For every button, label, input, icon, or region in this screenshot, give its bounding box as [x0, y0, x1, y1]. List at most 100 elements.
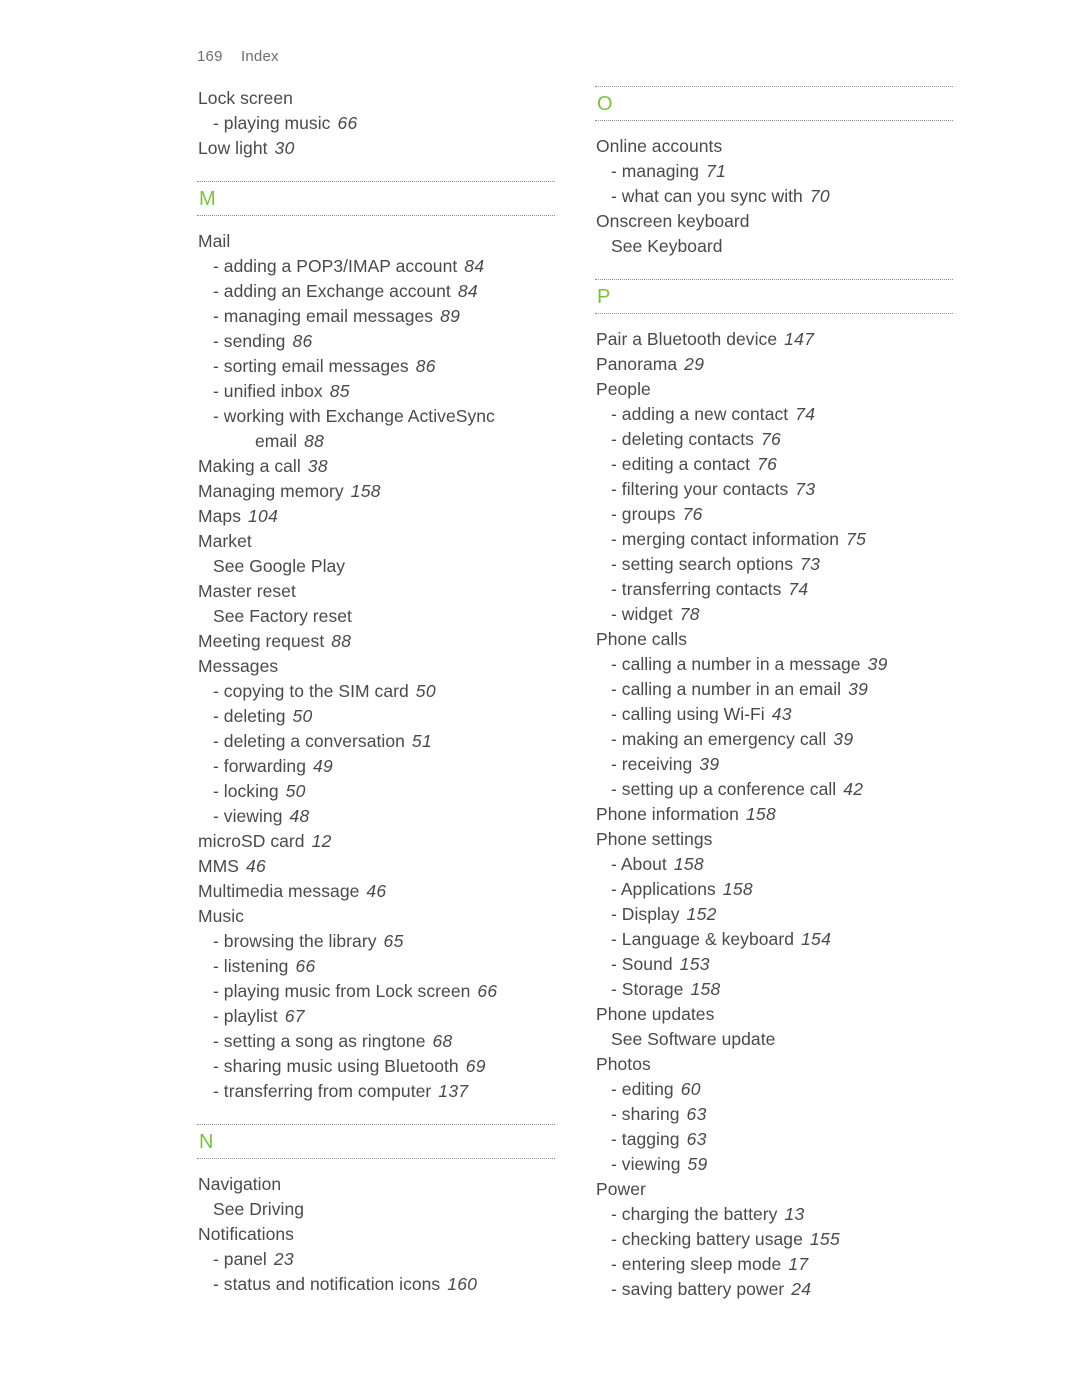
index-entry-label: email: [255, 431, 298, 451]
index-entry-label: - sharing: [611, 1104, 680, 1124]
index-entry-label: - playing music from Lock screen: [213, 981, 471, 1001]
letter-heading: O: [597, 93, 614, 115]
index-entry-label: - listening: [213, 956, 289, 976]
index-entry-page-number: 13: [784, 1204, 805, 1224]
index-entry-page-number: 75: [846, 529, 867, 549]
index-entry-page-number: 71: [706, 161, 727, 181]
index-entry-page-number: 86: [415, 356, 436, 376]
index-entry-label: - transferring from computer: [213, 1081, 432, 1101]
index-entry-label: Messages: [198, 656, 279, 676]
index-entry-label: - deleting contacts: [611, 429, 754, 449]
index-entry-page-number: 17: [788, 1254, 809, 1274]
index-entry-page-number: 63: [686, 1104, 707, 1124]
index-entry: Making a call 38: [197, 454, 555, 479]
index-subentry: - playing music from Lock screen 66: [197, 979, 555, 1004]
index-entry-label: - transferring contacts: [611, 579, 782, 599]
index-entry-label: - merging contact information: [611, 529, 840, 549]
index-entry-page-number: 38: [307, 456, 328, 476]
index-subentry: - calling using Wi-Fi 43: [595, 702, 953, 727]
index-entry-label: Phone information: [596, 804, 739, 824]
index-entry-label: See Driving: [213, 1199, 305, 1219]
index-subentry: - setting search options 73: [595, 552, 953, 577]
index-entry-label: - editing: [611, 1079, 674, 1099]
index-entry: Music: [197, 904, 555, 929]
index-entry-page-number: 73: [795, 479, 816, 499]
index-entry-page-number: 84: [457, 281, 478, 301]
index-entry-label: - panel: [213, 1249, 267, 1269]
index-entry-page-number: 59: [687, 1154, 708, 1174]
index-entry: Multimedia message 46: [197, 879, 555, 904]
index-entry-page-number: 50: [415, 681, 436, 701]
index-entry-label: - setting a song as ringtone: [213, 1031, 426, 1051]
index-entry-label: - managing email messages: [213, 306, 434, 326]
index-cross-reference: See Driving: [197, 1197, 555, 1222]
index-subentry: - locking 50: [197, 779, 555, 804]
divider-rule-bottom: [595, 120, 953, 121]
index-entry: Lock screen: [197, 86, 555, 111]
index-entry-page-number: 63: [686, 1129, 707, 1149]
index-entry-label: - copying to the SIM card: [213, 681, 409, 701]
index-subentry: - Display 152: [595, 902, 953, 927]
index-entry: Notifications: [197, 1222, 555, 1247]
index-entry-label: See Software update: [611, 1029, 776, 1049]
letter-section-p: P: [595, 279, 953, 314]
index-entry-label: - setting search options: [611, 554, 794, 574]
index-entry-label: Master reset: [198, 581, 296, 601]
index-entry-label: - working with Exchange ActiveSync: [213, 406, 495, 426]
index-entry-label: - calling a number in a message: [611, 654, 861, 674]
index-entry-label: Photos: [596, 1054, 651, 1074]
index-entry: Market: [197, 529, 555, 554]
index-entry: Onscreen keyboard: [595, 209, 953, 234]
index-entry: Photos: [595, 1052, 953, 1077]
index-entry-label: Managing memory: [198, 481, 344, 501]
index-entry-group: Lock screen - playing music 66 Low light 30: [197, 86, 555, 161]
index-entry-page-number: 155: [809, 1229, 840, 1249]
index-subentry: - deleting contacts 76: [595, 427, 953, 452]
index-entry-label: Phone updates: [596, 1004, 715, 1024]
index-subentry: - working with Exchange ActiveSync: [197, 404, 555, 429]
index-entry-page-number: 152: [686, 904, 717, 924]
letter-section-n: N: [197, 1124, 555, 1159]
index-entry-page-number: 88: [331, 631, 352, 651]
index-entry-label: - playing music: [213, 113, 331, 133]
index-entry-page-number: 29: [684, 354, 705, 374]
index-subentry: - viewing 59: [595, 1152, 953, 1177]
index-entry-label: - adding a new contact: [611, 404, 789, 424]
index-entry-page-number: 30: [274, 138, 295, 158]
index-subentry: - deleting a conversation 51: [197, 729, 555, 754]
index-entry-label: - entering sleep mode: [611, 1254, 782, 1274]
index-entry: Phone information 158: [595, 802, 953, 827]
index-entry-page-number: 51: [411, 731, 432, 751]
letter-heading: M: [199, 188, 217, 210]
index-entry-page-number: 158: [673, 854, 704, 874]
index-entry-group: Navigation See Driving Notifications - pane…: [197, 1172, 555, 1297]
index-entry-label: - what can you sync with: [611, 186, 803, 206]
index-entry-page-number: 48: [289, 806, 310, 826]
index-entry-page-number: 46: [245, 856, 267, 876]
index-entry-label: - playlist: [213, 1006, 278, 1026]
index-subentry: - saving battery power 24: [595, 1277, 953, 1302]
index-entry: Meeting request 88: [197, 629, 555, 654]
index-entry-page-number: 67: [284, 1006, 305, 1026]
index-entry-page-number: 78: [679, 604, 700, 624]
index-entry: Phone settings: [595, 827, 953, 852]
index-entry-label: Making a call: [198, 456, 301, 476]
index-subentry: - editing 60: [595, 1077, 953, 1102]
index-subentry: - adding a new contact 74: [595, 402, 953, 427]
index-subentry: - panel 23: [197, 1247, 555, 1272]
index-entry: Master reset: [197, 579, 555, 604]
index-subentry: - copying to the SIM card 50: [197, 679, 555, 704]
index-subentry: - setting a song as ringtone 68: [197, 1029, 555, 1054]
index-subentry: - Sound 153: [595, 952, 953, 977]
index-entry: Maps 104: [197, 504, 555, 529]
index-subentry: - unified inbox 85: [197, 379, 555, 404]
index-entry-label: - making an emergency call: [611, 729, 827, 749]
index-subentry: - Language & keyboard 154: [595, 927, 953, 952]
letter-section-m: M: [197, 181, 555, 216]
index-entry-label: - adding a POP3/IMAP account: [213, 256, 458, 276]
index-entry: People: [595, 377, 953, 402]
index-entry-group: Mail - adding a POP3/IMAP account 84- addi…: [197, 229, 555, 1104]
index-entry-page-number: 69: [465, 1056, 486, 1076]
index-subentry: - editing a contact 76: [595, 452, 953, 477]
running-header: 169 Index: [197, 48, 279, 65]
